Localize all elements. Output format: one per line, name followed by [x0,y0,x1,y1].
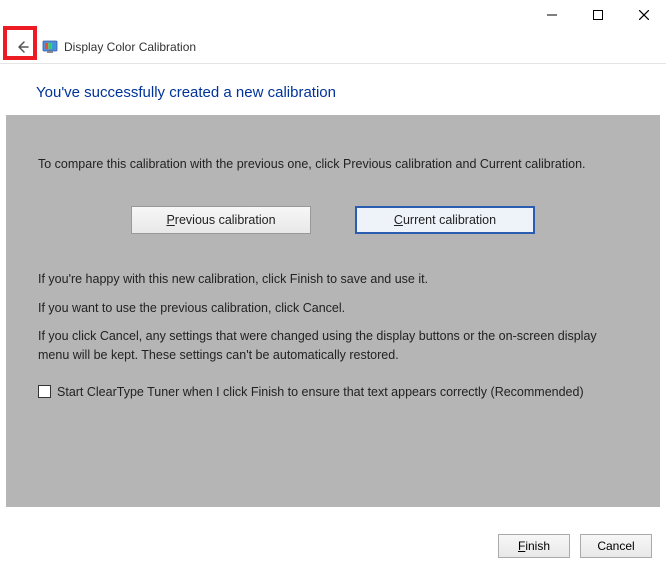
close-button[interactable] [630,4,658,26]
minimize-button[interactable] [538,4,566,26]
maximize-button[interactable] [584,4,612,26]
close-icon [639,10,649,20]
maximize-icon [593,10,603,20]
app-title: Display Color Calibration [64,40,196,54]
intro-text: To compare this calibration with the pre… [38,155,628,174]
minimize-icon [547,10,557,20]
window-titlebar [0,0,666,30]
cleartype-checkbox[interactable] [38,385,51,398]
finish-button[interactable]: Finish [498,534,570,558]
back-button[interactable] [8,33,36,61]
cleartype-checkbox-row: Start ClearType Tuner when I click Finis… [38,383,628,401]
para-cancel: If you want to use the previous calibrat… [38,299,628,318]
cleartype-checkbox-label[interactable]: Start ClearType Tuner when I click Finis… [57,383,584,401]
para-happy: If you're happy with this new calibratio… [38,270,628,289]
previous-calibration-button[interactable]: Previous calibration [131,206,311,234]
footer-buttons: Finish Cancel [498,534,652,558]
cancel-button[interactable]: Cancel [580,534,652,558]
back-arrow-icon [14,39,30,55]
page-heading: You've successfully created a new calibr… [0,64,666,115]
para-warning: If you click Cancel, any settings that w… [38,327,628,365]
app-icon [42,39,58,55]
content-panel: To compare this calibration with the pre… [6,115,660,507]
current-calibration-button[interactable]: Current calibration [355,206,535,234]
header-bar: Display Color Calibration [0,30,666,64]
compare-buttons-row: Previous calibration Current calibration [38,206,628,234]
